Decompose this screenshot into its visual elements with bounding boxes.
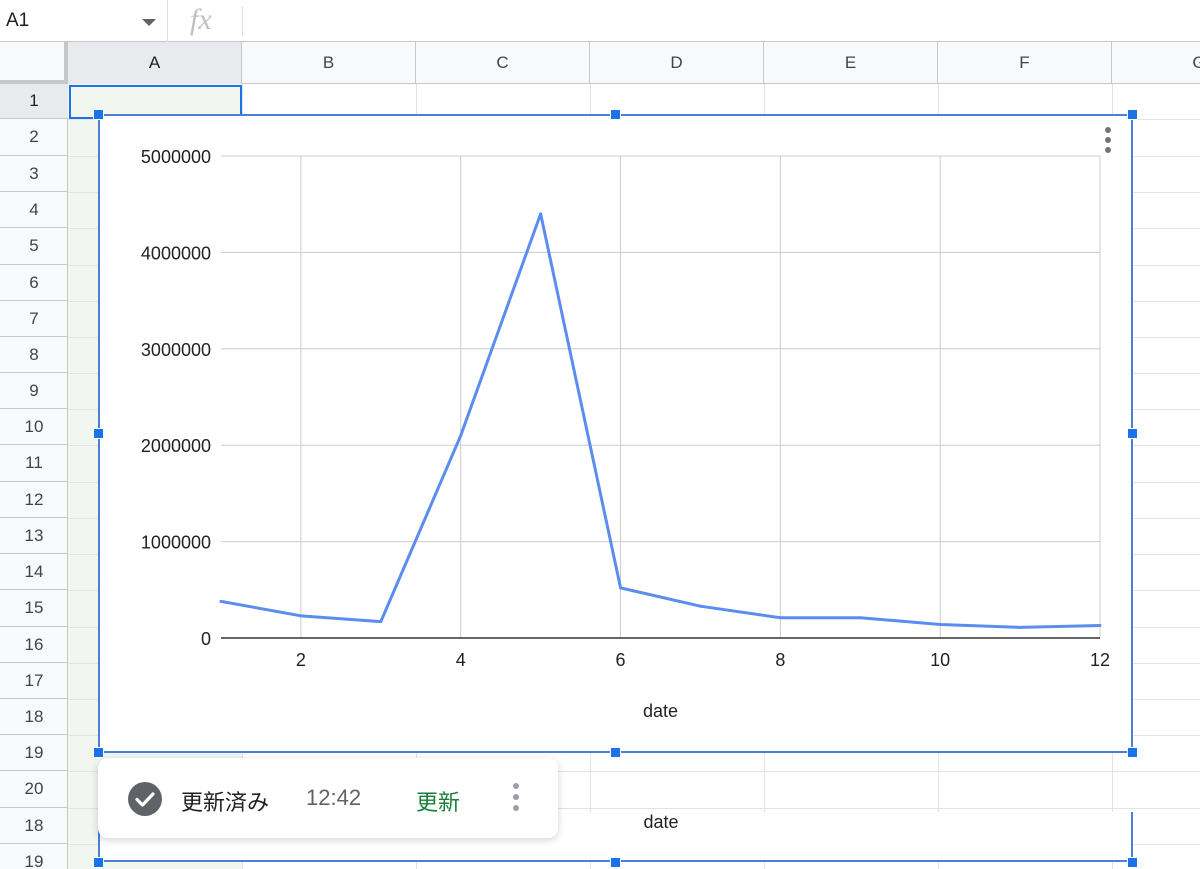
series-line: [220, 212, 1101, 629]
x-axis-title: date: [643, 701, 678, 721]
data-point: [299, 614, 303, 618]
data-point: [1018, 625, 1022, 629]
resize-handle[interactable]: [610, 109, 621, 120]
data-point: [698, 604, 702, 608]
resize-handle[interactable]: [93, 428, 104, 439]
resize-handle[interactable]: [93, 109, 104, 120]
x-tick-label: 10: [930, 650, 950, 670]
data-point: [1098, 623, 1102, 627]
data-point: [219, 599, 223, 603]
y-tick-label: 1000000: [141, 533, 211, 553]
y-tick-label: 4000000: [141, 243, 211, 263]
resize-handle[interactable]: [1127, 109, 1138, 120]
data-point: [938, 623, 942, 627]
update-toast: 更新済み 12:42 更新: [98, 758, 558, 838]
data-point: [379, 620, 383, 624]
y-tick-label: 5000000: [141, 147, 211, 167]
line-chart: 0 1000000 2000000 3000000 4000000 5000000 2 4 6 8…: [141, 147, 1110, 721]
data-point: [858, 616, 862, 620]
resize-handle[interactable]: [1127, 747, 1138, 758]
data-point: [619, 586, 623, 590]
x-tick-label: 4: [456, 650, 466, 670]
x-tick-label: 2: [296, 650, 306, 670]
x-tick-label: 8: [775, 650, 785, 670]
resize-handle[interactable]: [93, 747, 104, 758]
resize-handle[interactable]: [610, 747, 621, 758]
toast-time: 12:42: [306, 785, 362, 810]
toast-status: 更新済み: [181, 790, 270, 815]
update-button[interactable]: 更新: [416, 785, 460, 817]
x-tick-label: 6: [616, 650, 626, 670]
check-circle-icon: [128, 782, 162, 816]
x-tick-label: 12: [1090, 650, 1110, 670]
more-vert-icon[interactable]: [511, 783, 521, 815]
y-tick-label: 3000000: [141, 340, 211, 360]
data-point: [539, 212, 543, 216]
data-point: [778, 616, 782, 620]
y-tick-label: 0: [201, 629, 211, 649]
y-tick-label: 2000000: [141, 436, 211, 456]
chart-menu-icon[interactable]: [1102, 127, 1114, 157]
data-point: [459, 434, 463, 438]
resize-handle[interactable]: [1127, 428, 1138, 439]
